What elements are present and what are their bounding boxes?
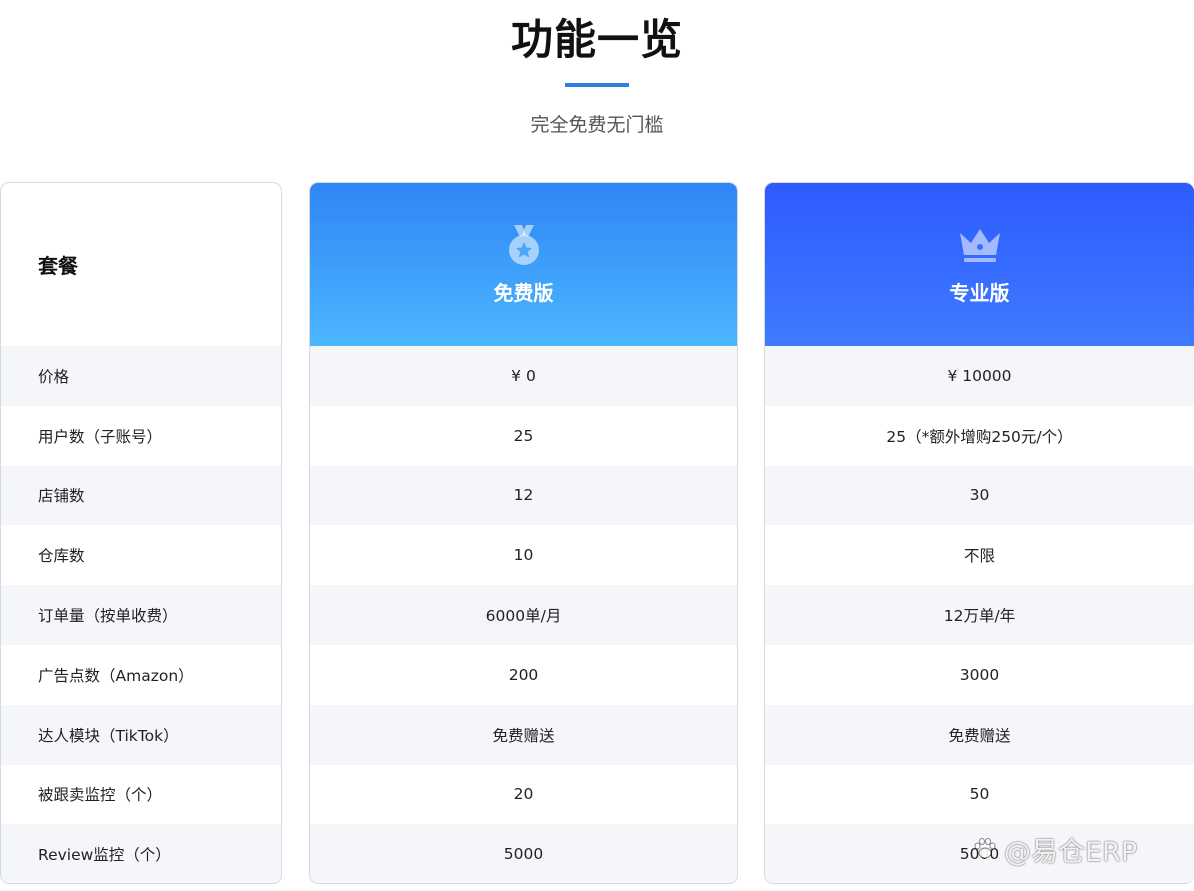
paw-icon xyxy=(974,838,996,859)
pro-hijack-monitor: 50 xyxy=(969,785,990,804)
free-hijack-monitor: 20 xyxy=(513,785,534,804)
plan-header-label: 套餐 xyxy=(38,254,78,278)
watermark-text: @易仓ERP xyxy=(1004,836,1138,868)
free-review-monitor: 5000 xyxy=(310,824,737,883)
plan-column-free: 免费版 ¥ 0 25 12 10 6000单/月 200 免费赠送 20 500… xyxy=(309,182,738,884)
pro-price: ¥ 10000 xyxy=(765,346,1194,406)
watermark: @易仓ERP xyxy=(972,832,1138,868)
feature-label-warehouses: 仓库数 xyxy=(38,547,85,566)
free-orders: 6000单/月 xyxy=(310,585,737,645)
pro-stores: 30 xyxy=(765,465,1194,526)
plan-header-pro: 专业版 xyxy=(765,183,1194,346)
free-price: ¥ 0 xyxy=(310,346,737,406)
feature-label-users: 用户数（子账号） xyxy=(38,427,163,446)
pro-users: 25（*额外增购250元/个） xyxy=(886,427,1073,446)
pro-ad-points: 3000 xyxy=(959,665,1000,684)
free-users: 25 xyxy=(513,426,534,445)
page-subtitle: 完全免费无门槛 xyxy=(530,114,664,136)
plan-column-pro: 专业版 ¥ 10000 25（*额外增购250元/个） 30 不限 12万单/年… xyxy=(764,182,1194,884)
pro-influencer: 免费赠送 xyxy=(765,704,1194,765)
feature-label-hijack-monitor: 被跟卖监控（个） xyxy=(38,786,163,805)
pro-warehouses: 不限 xyxy=(963,547,995,566)
page-title: 功能一览 xyxy=(510,15,683,64)
free-influencer: 免费赠送 xyxy=(310,704,737,765)
title-underline xyxy=(565,83,629,87)
plan-name-pro: 专业版 xyxy=(949,281,1010,305)
feature-label-orders: 订单量（按单收费） xyxy=(1,585,281,645)
feature-label-ad-points: 广告点数（Amazon） xyxy=(38,666,194,685)
crown-icon xyxy=(959,229,1000,262)
feature-label-column: 套餐 价格 用户数（子账号） 店铺数 仓库数 订单量（按单收费） 广告点数（Am… xyxy=(0,182,282,884)
plan-header-free: 免费版 xyxy=(310,183,737,346)
feature-label-influencer: 达人模块（TikTok） xyxy=(1,704,281,765)
feature-label-review-monitor: Review监控（个） xyxy=(1,824,281,883)
label-column-header: 套餐 xyxy=(1,183,281,346)
free-stores: 12 xyxy=(310,465,737,526)
free-ad-points: 200 xyxy=(508,665,539,684)
feature-label-price: 价格 xyxy=(1,346,281,406)
medal-icon xyxy=(508,225,539,265)
feature-label-stores: 店铺数 xyxy=(1,465,281,526)
free-warehouses: 10 xyxy=(513,546,534,565)
pro-orders: 12万单/年 xyxy=(765,585,1194,645)
plan-name-free: 免费版 xyxy=(493,281,554,305)
